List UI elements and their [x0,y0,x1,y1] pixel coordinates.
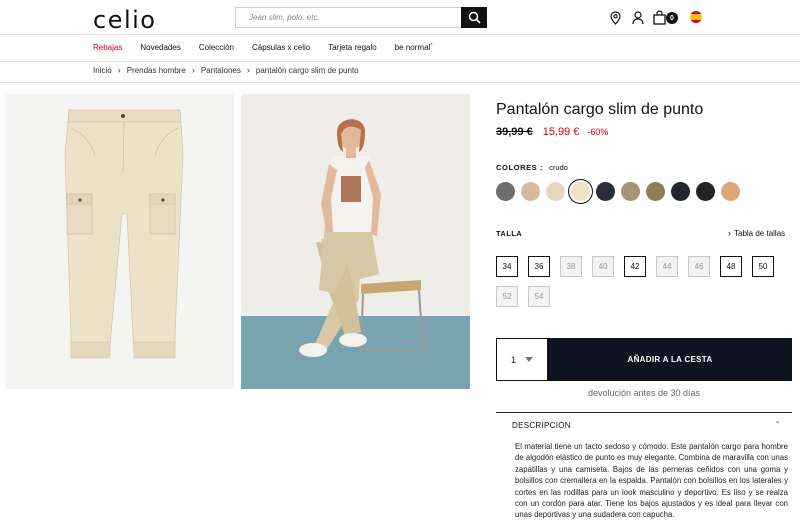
size-option[interactable]: 48 [720,256,742,277]
size-option[interactable]: 38 [560,256,582,277]
color-swatch[interactable] [721,182,740,201]
color-swatch[interactable] [671,182,690,201]
breadcrumb-item-pantalones[interactable]: Pantalones [201,66,241,75]
size-guide-link[interactable]: › Tabla de tallas [728,228,785,238]
size-option[interactable]: 54 [528,286,550,307]
color-swatch[interactable] [546,182,565,201]
nav-item-be-normal-label: be normal [394,43,431,52]
color-swatch[interactable] [596,182,615,201]
nav-item-rebajas[interactable]: Rebajas [93,43,122,52]
cart-button[interactable]: 0 [653,9,678,27]
color-swatch[interactable] [496,182,515,201]
search-input[interactable] [236,8,462,27]
search-bar [235,7,487,28]
caret-down-icon [525,357,534,362]
nav-item-be-normal[interactable]: be normal* [395,43,433,52]
breadcrumb-item-prendas[interactable]: Prendas hombre [127,66,186,75]
colors-label: COLORES : crudo [496,163,568,172]
color-swatch[interactable] [696,182,715,201]
size-options: 34 36 38 40 42 44 46 48 50 52 54 [496,256,786,316]
search-icon [468,11,481,24]
description-heading[interactable]: DESCRIPCIÓN [512,421,571,430]
product-title: Pantalón cargo slim de punto [496,101,704,118]
description-divider [496,412,792,413]
nav-divider [0,61,800,62]
location-pin-icon [609,11,621,25]
old-price: 39,99 € [496,126,533,138]
color-swatch[interactable] [521,182,540,201]
color-swatch[interactable] [568,179,593,204]
breadcrumb-divider [0,82,800,83]
size-option[interactable]: 34 [496,256,518,277]
colors-label-title: COLORES : [496,163,544,172]
quantity-value: 1 [511,354,517,365]
breadcrumb: Inicio › Prendas hombre › Pantalones › p… [93,65,359,75]
language-flag-icon[interactable] [690,11,702,23]
discount-badge: -60% [587,127,609,137]
cart-count-badge: 0 [666,12,678,24]
nav-item-tarjeta-regalo[interactable]: Tarjeta regalo [328,43,376,52]
return-policy-note: devolución antes de 30 días [587,388,701,398]
size-option[interactable]: 50 [752,256,774,277]
description-text: El material tiene un tacto sedoso y cómo… [515,442,788,520]
size-option[interactable]: 40 [592,256,614,277]
add-to-cart-button[interactable]: AÑADIR A LA CESTA [548,338,792,381]
size-label: TALLA [496,229,523,238]
shopping-bag-icon [653,10,666,25]
color-swatch[interactable] [646,182,665,201]
chevron-right-icon: › [117,65,121,75]
product-image-flat[interactable] [5,94,234,389]
nav-star-mark: * [430,43,433,49]
nav-item-coleccion[interactable]: Colección [199,43,234,52]
color-swatch[interactable] [621,182,640,201]
size-option[interactable]: 36 [528,256,550,277]
nav-item-novedades[interactable]: Novedades [140,43,180,52]
breadcrumb-item-inicio[interactable]: Inicio [93,66,112,75]
size-option[interactable]: 42 [624,256,646,277]
account-button[interactable] [630,9,646,27]
pants-illustration [64,109,184,359]
size-option[interactable]: 46 [688,256,710,277]
size-option[interactable]: 52 [496,286,518,307]
header-icons: 0 [607,8,684,28]
nav-item-capsulas[interactable]: Cápsulas x celio [252,43,310,52]
sale-price: 15,99 € [542,126,580,138]
header: celio 0 [0,0,800,34]
quantity-select[interactable]: 1 [496,338,548,381]
color-swatches [496,179,746,204]
price-row: 39,99 € 15,99 € -60% [496,126,608,138]
store-locator-button[interactable] [607,9,623,27]
celio-logo[interactable]: celio [93,6,156,34]
collapse-toggle[interactable]: - [776,417,779,428]
main-nav: Rebajas Novedades Colección Cápsulas x c… [93,43,451,52]
size-guide-label: Tabla de tallas [734,228,786,238]
product-image-model[interactable] [241,94,470,389]
chevron-right-icon: › [728,228,731,238]
breadcrumb-item-current: pantalón cargo slim de punto [255,65,359,75]
chevron-right-icon: › [191,65,195,75]
header-divider [0,34,800,35]
chevron-right-icon: › [246,65,250,75]
model-illustration [241,94,470,389]
size-option[interactable]: 44 [656,256,678,277]
selected-color-name: crudo [549,163,568,172]
user-icon [632,11,644,25]
search-button[interactable] [461,7,487,28]
